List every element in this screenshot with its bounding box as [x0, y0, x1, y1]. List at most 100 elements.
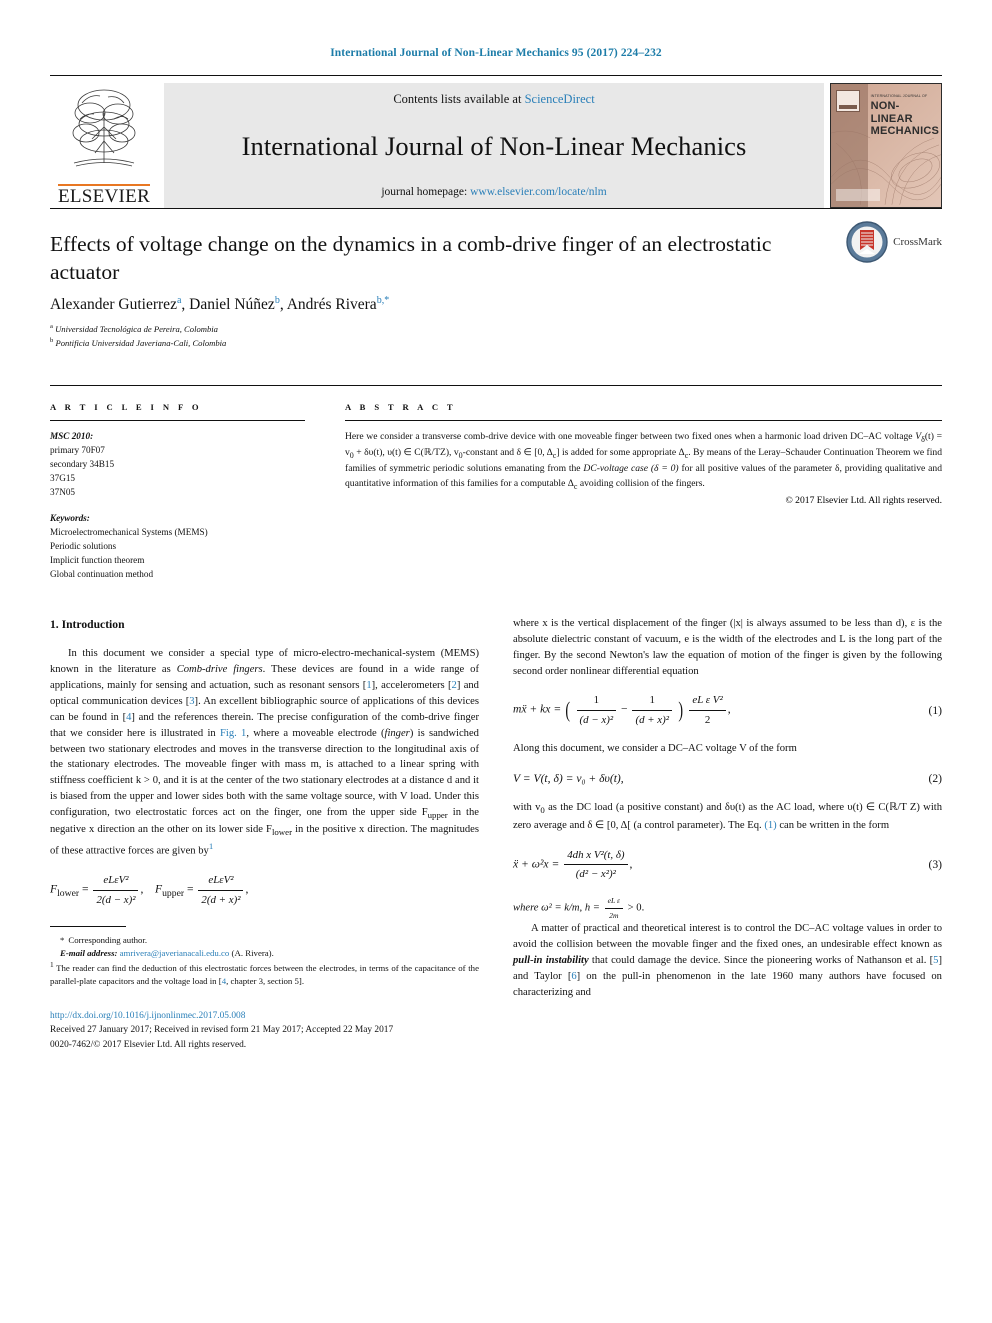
crossmark-badge[interactable]: CrossMark — [846, 221, 942, 263]
body-columns: 1. Introduction In this document we cons… — [50, 616, 942, 1053]
f-lower-fraction: eLεV² 2(d − x)² — [93, 872, 139, 908]
crossmark-icon — [846, 221, 888, 263]
paper-page: International Journal of Non-Linear Mech… — [0, 0, 992, 1323]
section-heading-introduction: 1. Introduction — [50, 617, 125, 631]
author-affil-mark-2: b — [274, 295, 280, 307]
issn-copyright: 0020-7462/© 2017 Elsevier Ltd. All right… — [50, 1039, 247, 1050]
right-p4-seg-a: where ω² = k/m, h = — [513, 902, 603, 914]
f-upper-sub: upper — [162, 888, 185, 900]
equation-3-number: (3) — [928, 857, 942, 871]
abstract-seg-5: ] is added for some appropriate Δ — [556, 447, 685, 459]
f-upper-numerator: eLεV² — [198, 872, 244, 891]
journal-homepage-link[interactable]: www.elsevier.com/locate/nlm — [470, 186, 607, 198]
equation-1-fraction-1: 1 (d − x)² — [576, 692, 617, 728]
right-column: where x is the vertical displacement of … — [513, 616, 942, 1053]
intro-seg-h: ) is sandwiched between two stationary e… — [50, 727, 479, 819]
equation-2-body: V = V(t, δ) = v₀ + δυ(t), — [513, 772, 624, 786]
equation-3: ẍ + ω²x = 4dh x V²(t, δ) (d² − x²)² , (3… — [513, 847, 942, 883]
equation-3-denominator: (d² − x²)² — [575, 868, 616, 880]
journal-title: International Journal of Non-Linear Mech… — [241, 131, 747, 161]
keyword-1: Periodic solutions — [50, 540, 117, 551]
email-link[interactable]: amrivera@javerianacali.edu.co — [120, 948, 230, 958]
right-p5-seg-b: that could damage the device. Since the … — [588, 955, 934, 967]
right-paragraph-5: A matter of practical and theoretical in… — [513, 921, 942, 1000]
intro-seg-c: ], accelerometers [ — [371, 680, 452, 692]
msc-item-0: primary 70F07 — [50, 444, 105, 455]
homepage-prefix: journal homepage: — [381, 186, 471, 198]
f-upper-denominator: 2(d + x)² — [201, 893, 241, 906]
right-paragraph-1: where x is the vertical displacement of … — [513, 617, 942, 677]
figure-1-link[interactable]: Fig. 1 — [220, 728, 246, 739]
email-label: E-mail address: — [60, 948, 118, 959]
equation-1-body: mẍ + kx = ( 1 (d − x)² − 1 (d + x)² ) eL… — [513, 692, 920, 728]
contents-prefix: Contents lists available at — [393, 92, 525, 106]
contents-list-line: Contents lists available at ScienceDirec… — [393, 92, 594, 107]
affiliation-1: a Universidad Tecnológica de Pereira, Co… — [50, 322, 942, 335]
cover-footer-block — [836, 189, 880, 201]
crossmark-label: CrossMark — [893, 236, 942, 248]
f-upper-subscript: upper — [427, 810, 448, 821]
footnote-area: * Corresponding author. E-mail address: a… — [50, 925, 479, 1053]
equation-1-num-2: 1 — [632, 692, 673, 711]
title-block: Effects of voltage change on the dynamic… — [50, 209, 942, 359]
msc-item-3: 37N05 — [50, 486, 76, 497]
equation-1-open-paren: ( — [565, 697, 571, 723]
author-name-2[interactable]: Daniel Núñez — [189, 296, 275, 313]
equation-1-reference[interactable]: (1) — [764, 820, 776, 831]
abstract-dc-case: DC-voltage case (δ = 0) — [583, 463, 679, 475]
affiliation-text-a: Universidad Tecnológica de Pereira, Colo… — [55, 324, 218, 335]
footnote-1-text-b: , chapter 3, section 5]. — [226, 976, 305, 987]
email-author: (A. Rivera). — [231, 948, 274, 959]
footnote-corresponding: * Corresponding author. — [50, 934, 479, 947]
cover-line-1: NON-LINEAR — [870, 100, 913, 125]
intro-seg-g: , where a moveable electrode ( — [246, 727, 385, 739]
received-dates: Received 27 January 2017; Received in re… — [50, 1025, 394, 1036]
h-fraction-denominator: 2m — [609, 910, 619, 920]
article-info-heading: A R T I C L E I N F O — [50, 402, 202, 412]
abstract-seg-1: Here we consider a transverse comb-drive… — [345, 431, 916, 442]
f-upper-symbol: F — [154, 882, 163, 896]
affiliation-mark-a: a — [50, 323, 53, 331]
f-lower-numerator: eLεV² — [93, 872, 139, 891]
equation-2-number: (2) — [928, 772, 942, 786]
cover-elsevier-mark — [836, 90, 860, 112]
journal-masthead: ELSEVIER Contents lists available at Sci… — [50, 75, 942, 208]
abstract-column: A B S T R A C T Here we consider a trans… — [345, 402, 942, 582]
author-name-3[interactable]: Andrés Rivera — [287, 296, 377, 313]
info-abstract-section: A R T I C L E I N F O MSC 2010: primary … — [50, 385, 942, 582]
elsevier-logo: ELSEVIER — [50, 83, 158, 208]
equation-3-fraction: 4dh x V²(t, δ) (d² − x²)² — [564, 847, 628, 883]
keyword-2: Implicit function theorem — [50, 554, 145, 565]
doi-block: http://dx.doi.org/10.1016/j.ijnonlinmec.… — [50, 1009, 479, 1053]
journal-cover-thumbnail: INTERNATIONAL JOURNAL OF NON-LINEAR MECH… — [830, 83, 942, 208]
journal-homepage-line: journal homepage: www.elsevier.com/locat… — [381, 186, 606, 198]
equation-forces-body: Flower = eLεV² 2(d − x)² , Fupper = eLεV… — [50, 872, 479, 908]
author-list: Alexander Gutierreza, Daniel Núñezb, And… — [50, 295, 390, 314]
h-fraction-numerator: eL ε — [604, 895, 623, 909]
equation-1-fraction-2: 1 (d + x)² — [632, 692, 673, 728]
abstract-seg-9: avoiding collision of the fingers. — [577, 477, 705, 489]
left-column: 1. Introduction In this document we cons… — [50, 616, 479, 1053]
equation-3-lhs: ẍ + ω²x = — [513, 857, 560, 871]
pull-in-instability-term: pull-in instability — [513, 955, 589, 967]
equation-1-fraction-3: eL ε V² 2 — [689, 692, 726, 728]
equation-1-tail-num: eL ε V² — [689, 692, 726, 711]
author-name-1[interactable]: Alexander Gutierrez — [50, 296, 177, 313]
f-upper-fraction: eLεV² 2(d + x)² — [198, 872, 244, 908]
abstract-copyright: © 2017 Elsevier Ltd. All rights reserved… — [785, 494, 943, 506]
f-lower-denominator: 2(d − x)² — [96, 893, 136, 906]
keyword-0: Microelectromechanical Systems (MEMS) — [50, 526, 208, 537]
msc-heading: MSC 2010: — [50, 431, 94, 441]
right-p3-seg-c: can be written in the form — [776, 819, 890, 831]
abstract-heading: A B S T R A C T — [345, 402, 456, 412]
affiliation-2: b Pontificia Universidad Javeriana-Cali,… — [50, 336, 942, 349]
sciencedirect-link[interactable]: ScienceDirect — [525, 92, 595, 106]
equation-1-den-1: (d − x)² — [579, 713, 614, 726]
h-definition-fraction: eL ε 2m — [604, 895, 623, 921]
footnote-ref-1[interactable]: 1 — [209, 841, 213, 851]
right-paragraph-3: with v0 as the DC load (a positive const… — [513, 800, 942, 833]
keywords-group: Keywords: Microelectromechanical Systems… — [50, 512, 305, 582]
doi-link[interactable]: http://dx.doi.org/10.1016/j.ijnonlinmec.… — [50, 1009, 479, 1024]
footnote-1-marker: 1 — [50, 960, 54, 970]
equation-1-close-paren: ) — [678, 697, 684, 723]
